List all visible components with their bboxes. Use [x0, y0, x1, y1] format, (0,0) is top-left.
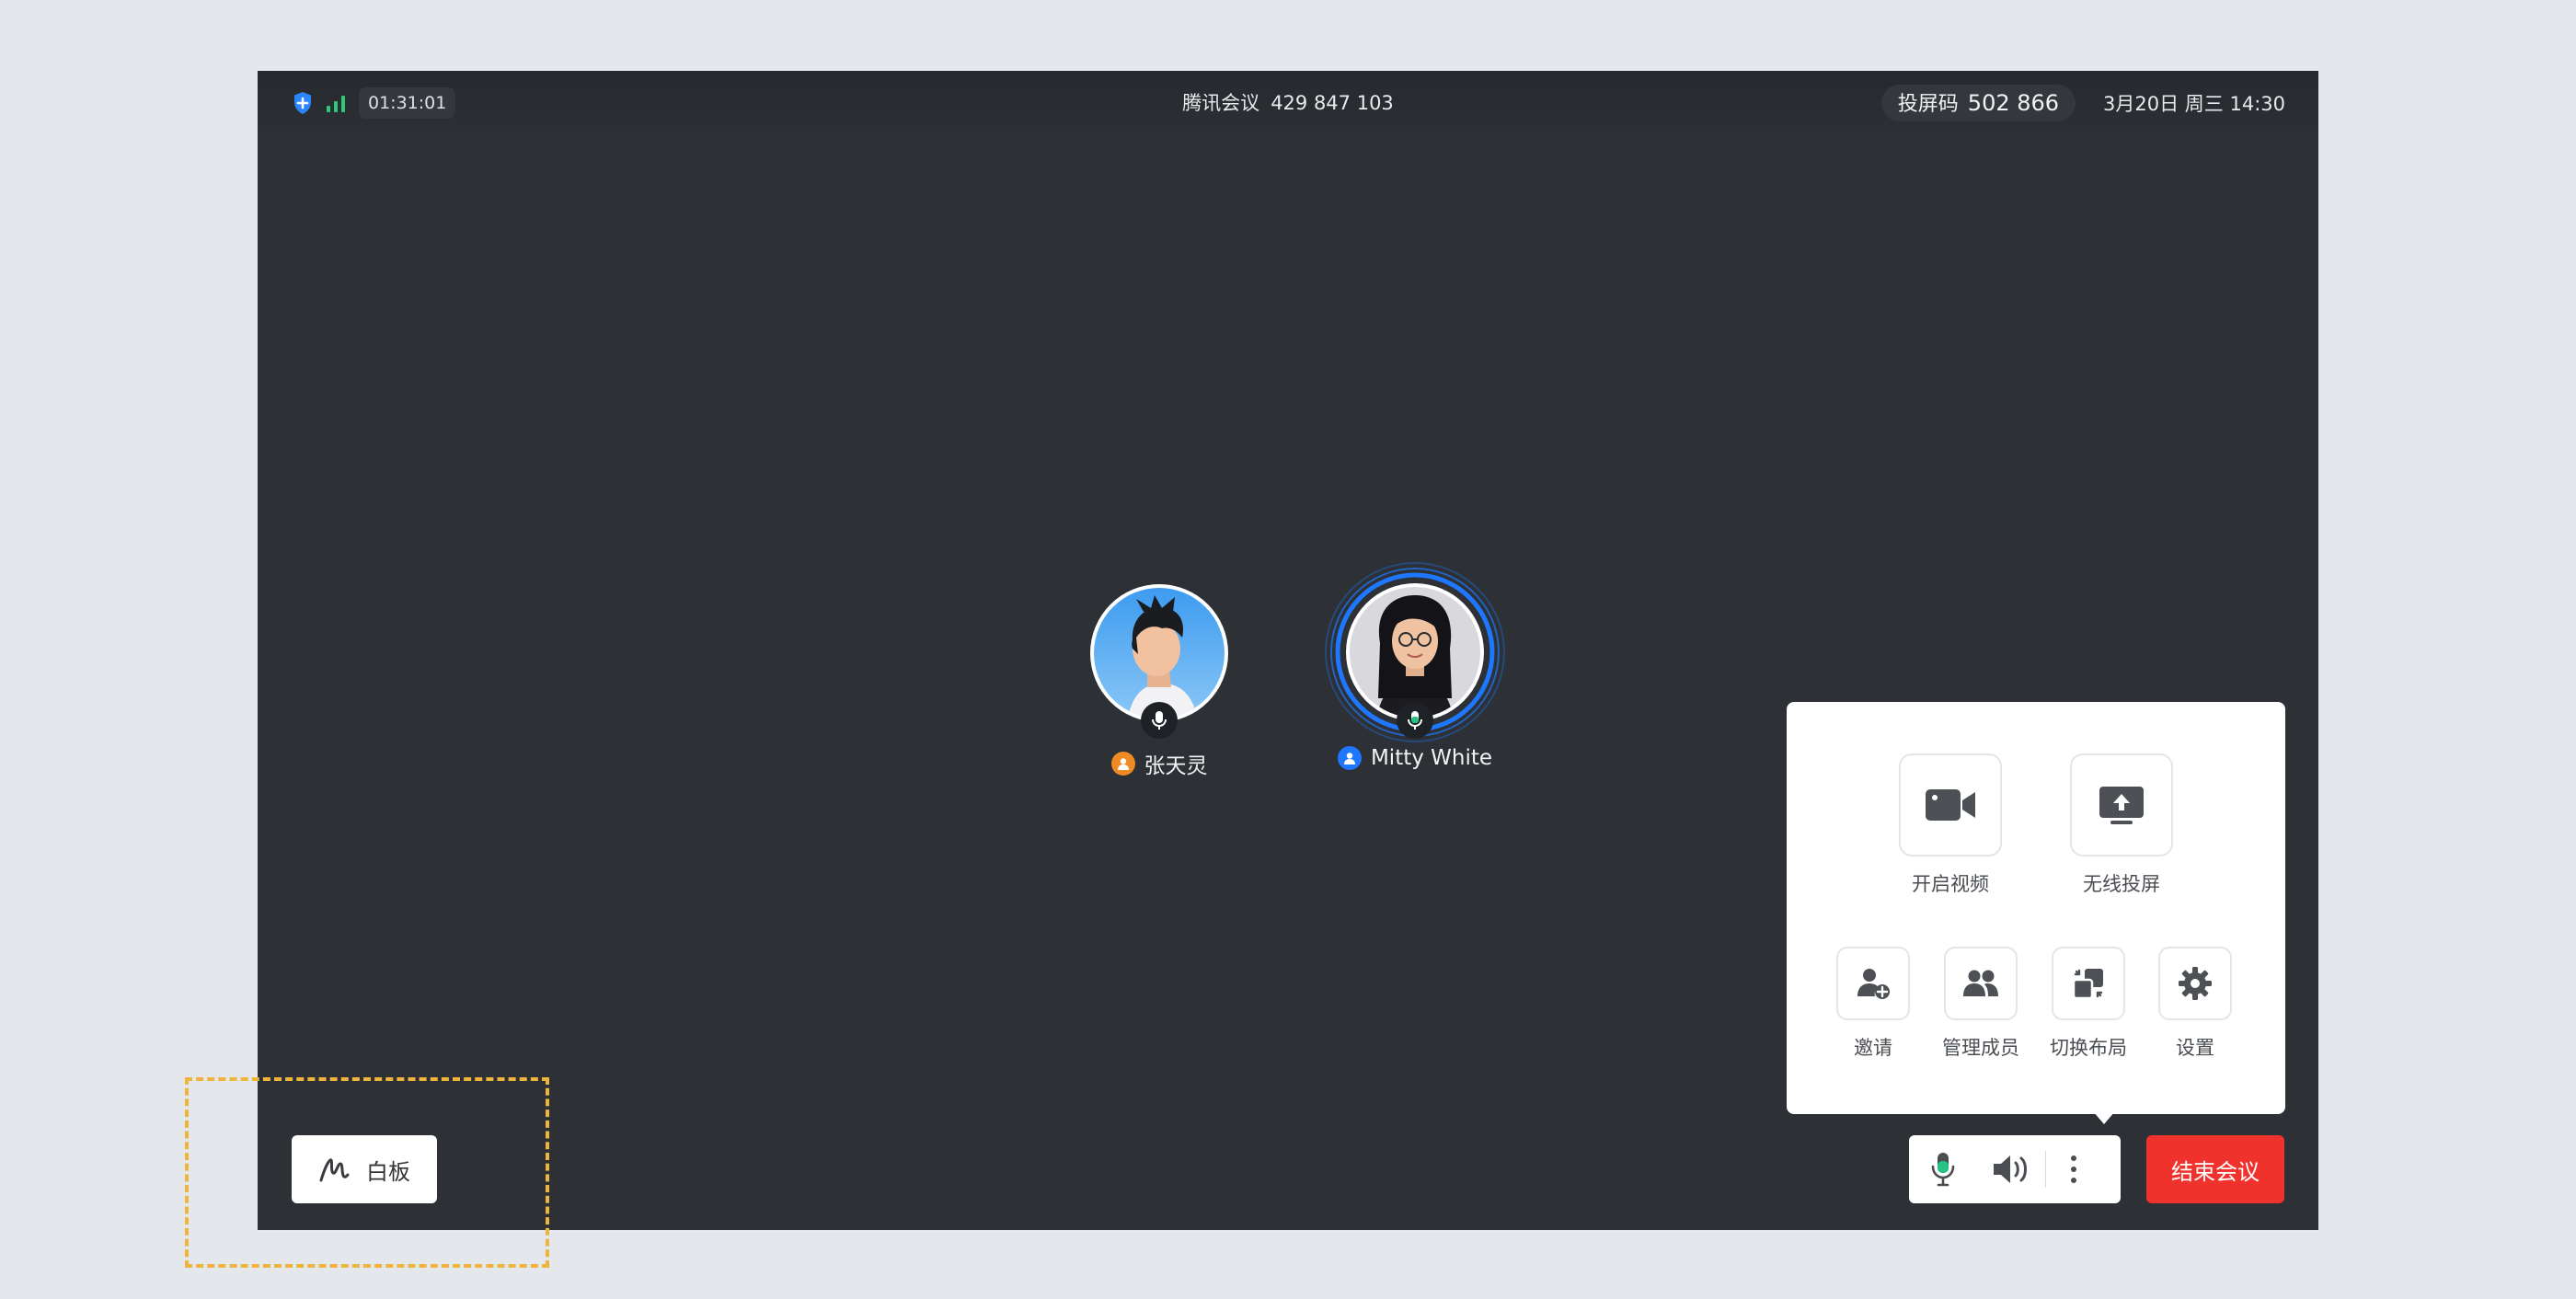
invite-label: 邀请 — [1854, 1037, 1892, 1059]
settings-button[interactable]: 设置 — [2158, 947, 2232, 1061]
meeting-id: 429 847 103 — [1271, 92, 1394, 114]
more-vertical-icon — [2071, 1155, 2076, 1183]
switch-layout-label: 切换布局 — [2050, 1037, 2127, 1059]
more-options-panel: 开启视频 无线投屏 邀请 管理成员 切换布局 设置 — [1787, 702, 2285, 1114]
mic-status — [1397, 702, 1433, 739]
participant-name-text: Mitty White — [1370, 746, 1493, 770]
cast-code-badge: 投屏码 502 866 — [1880, 85, 2076, 121]
microphone-icon — [1931, 1153, 1955, 1187]
screen-cast-icon — [2099, 787, 2144, 824]
mic-status — [1141, 702, 1178, 739]
manage-members-button[interactable]: 管理成员 — [1926, 947, 2036, 1061]
panel-pointer — [2093, 1111, 2115, 1124]
more-options-button[interactable] — [2046, 1135, 2101, 1203]
members-icon — [1963, 970, 1998, 996]
gear-icon — [2179, 967, 2212, 1000]
avatar — [1090, 584, 1228, 739]
top-right-info: 投屏码 502 866 3月20日 周三 14:30 — [1880, 82, 2285, 124]
participant-name: Mitty White — [1337, 746, 1493, 770]
wireless-cast-icon-box — [2070, 753, 2173, 856]
user-icon — [1337, 746, 1362, 770]
speaker-volume-icon — [1994, 1155, 2027, 1183]
user-icon — [1110, 752, 1135, 776]
manage-members-icon-box — [1944, 947, 2018, 1020]
start-video-icon-box — [1899, 753, 2002, 856]
wireless-cast-label: 无线投屏 — [2083, 873, 2160, 895]
meeting-app-name: 腾讯会议 — [1182, 92, 1260, 114]
microphone-icon — [1152, 711, 1167, 730]
wireless-cast-button[interactable]: 无线投屏 — [2066, 753, 2177, 897]
microphone-button[interactable] — [1909, 1135, 1977, 1203]
start-video-label: 开启视频 — [1912, 873, 1989, 895]
settings-icon-box — [2158, 947, 2232, 1020]
invite-icon-box — [1836, 947, 1910, 1020]
top-bar: 01:31:01 腾讯会议 429 847 103 投屏码 502 866 3月20… — [258, 71, 2318, 135]
invite-user-icon — [1857, 969, 1890, 999]
participant-tile[interactable]: 张天灵 — [1040, 584, 1279, 779]
invite-button[interactable]: 邀请 — [1827, 947, 1919, 1061]
start-video-button[interactable]: 开启视频 — [1895, 753, 2006, 897]
date-time: 3月20日 周三 14:30 — [2103, 93, 2285, 115]
avatar — [1323, 560, 1507, 744]
cast-code-value: 502 866 — [1967, 90, 2060, 116]
switch-layout-icon-box — [2052, 947, 2125, 1020]
participant-name: 张天灵 — [1110, 748, 1208, 779]
switch-layout-button[interactable]: 切换布局 — [2033, 947, 2144, 1061]
switch-layout-icon — [2072, 969, 2103, 1000]
meeting-stage: 01:31:01 腾讯会议 429 847 103 投屏码 502 866 3月20… — [258, 71, 2318, 1230]
cast-code-label: 投屏码 — [1897, 93, 1959, 116]
participant-tile[interactable]: Mitty White — [1295, 560, 1535, 770]
settings-label: 设置 — [2176, 1037, 2214, 1059]
manage-members-label: 管理成员 — [1942, 1037, 2019, 1059]
microphone-active-icon — [1408, 711, 1422, 730]
end-meeting-button[interactable]: 结束会议 — [2146, 1135, 2284, 1203]
highlight-annotation — [185, 1077, 549, 1268]
participant-name-text: 张天灵 — [1144, 754, 1208, 778]
video-camera-icon — [1926, 789, 1975, 821]
audio-controls — [1909, 1135, 2121, 1203]
speaker-button[interactable] — [1977, 1135, 2045, 1203]
